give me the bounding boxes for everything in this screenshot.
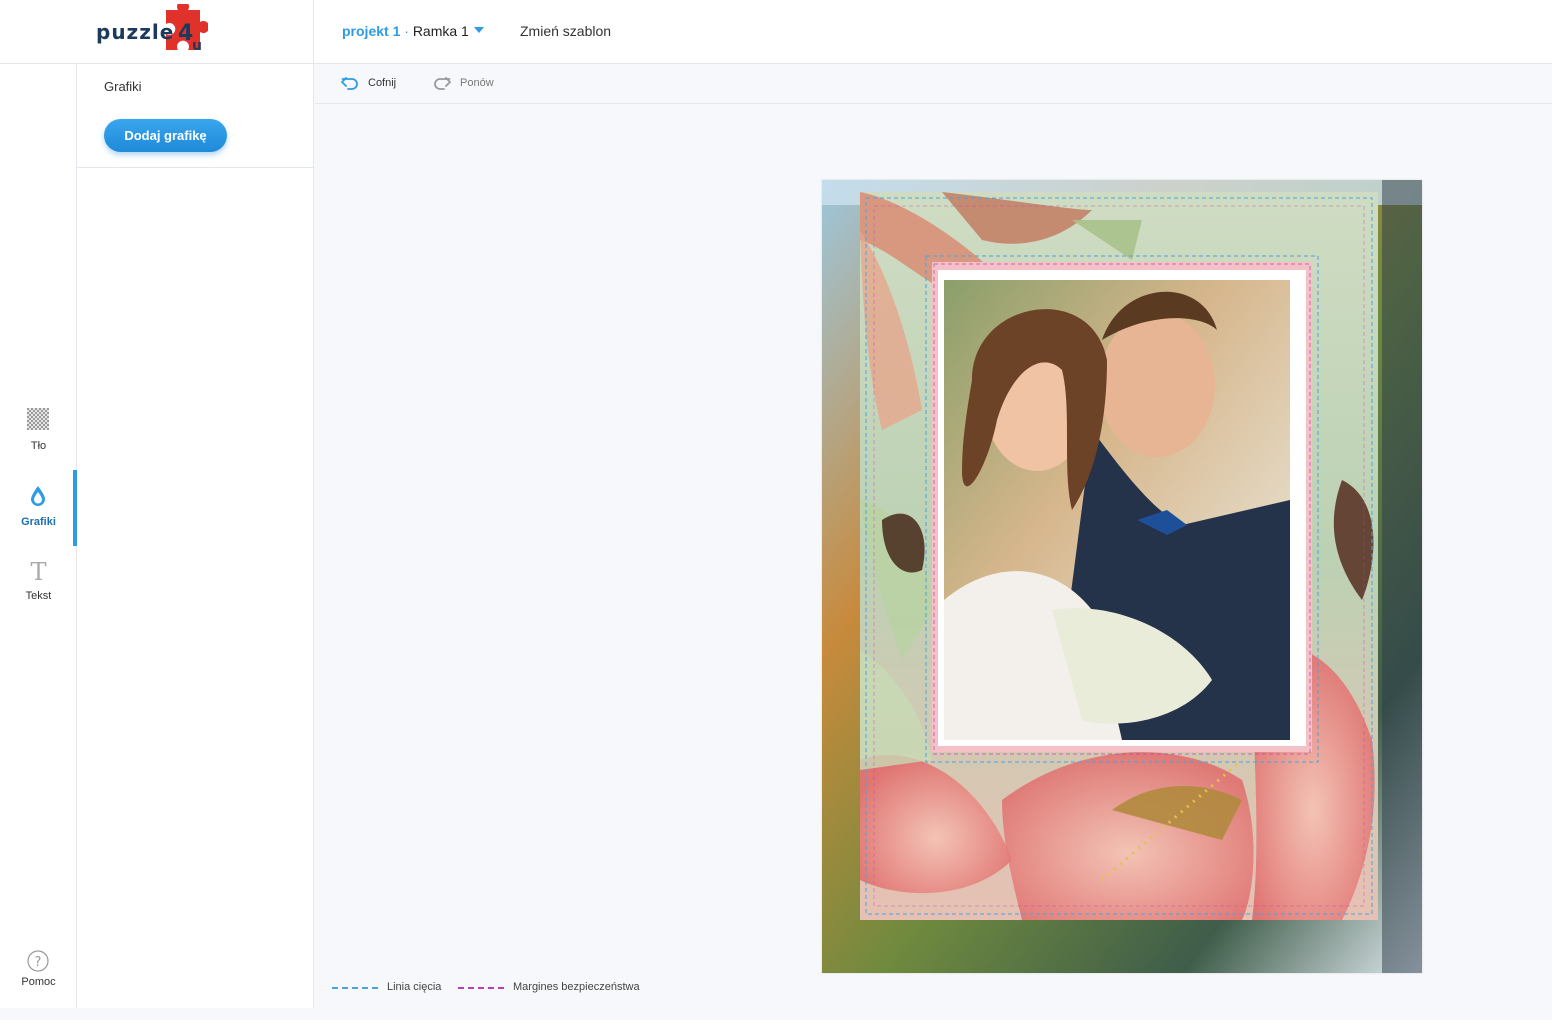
checkerboard-icon [27, 408, 49, 430]
redo-icon [434, 77, 451, 90]
nav-label-background: Tło [30, 440, 47, 452]
undo-button[interactable]: Cofnij [341, 74, 411, 94]
safety-margin-label: Margines bezpieczeństwa [513, 981, 640, 993]
frame-name: Ramka 1 [412, 23, 469, 39]
drop-icon [31, 486, 45, 506]
puzzle4u-logo[interactable]: 4 u puzzle [96, 4, 220, 60]
design-canvas[interactable] [315, 105, 1552, 1008]
breadcrumb-separator: · [400, 23, 413, 39]
edit-toolbar: Cofnij Ponów [315, 64, 1552, 104]
redo-button[interactable]: Ponów [433, 74, 503, 94]
redo-label: Ponów [460, 77, 494, 89]
panel-title: Grafiki [104, 79, 142, 94]
project-name: projekt 1 [342, 23, 401, 39]
wedding-photo-frame-image[interactable] [822, 180, 1422, 973]
nav-item-help[interactable]: ? Pomoc [0, 948, 77, 1020]
logo-wordmark: puzzle [96, 20, 175, 44]
svg-text:?: ? [35, 955, 42, 970]
frame-design-preview[interactable] [822, 180, 1422, 973]
undo-label: Cofnij [368, 77, 397, 89]
project-breadcrumb[interactable]: projekt 1 · Ramka 1 [342, 23, 469, 39]
nav-label-help: Pomoc [21, 976, 56, 988]
text-icon: T [30, 558, 47, 586]
nav-item-text[interactable]: T Tekst [0, 558, 77, 630]
change-template-link[interactable]: Zmień szablon [520, 23, 611, 39]
nav-label-text: Tekst [25, 590, 52, 602]
chevron-down-icon[interactable] [474, 27, 484, 33]
undo-icon [341, 77, 358, 90]
nav-item-graphics[interactable]: Grafiki [0, 470, 77, 546]
help-icon: ? [27, 950, 49, 972]
safety-margin-swatch [458, 987, 504, 989]
graphics-panel: Grafiki Dodaj grafikę [77, 64, 314, 1008]
logo-area: 4 u puzzle [0, 0, 314, 64]
panel-divider [77, 167, 314, 168]
cut-line-label: Linia cięcia [387, 981, 442, 993]
nav-label-graphics: Grafiki [21, 516, 56, 528]
nav-item-background[interactable]: Tło [0, 404, 77, 476]
left-nav: Tło Grafiki T Tekst ? Pomoc [0, 64, 77, 1008]
cut-line-swatch [332, 987, 378, 989]
add-graphic-button[interactable]: Dodaj grafikę [104, 119, 227, 152]
svg-text:u: u [192, 38, 202, 54]
top-bar: 4 u puzzle projekt 1 · Ramka 1 Zmień sza… [0, 0, 1552, 64]
